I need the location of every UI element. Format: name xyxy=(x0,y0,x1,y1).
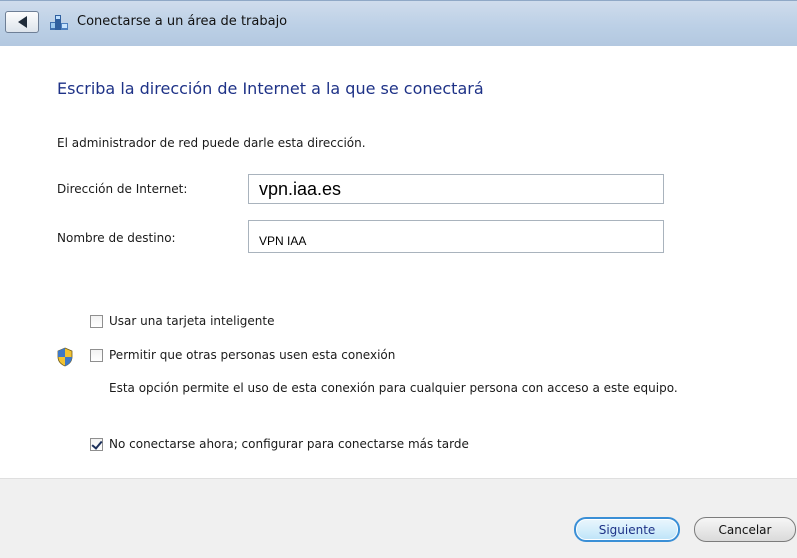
connect-later-label[interactable]: No conectarse ahora; configurar para con… xyxy=(109,437,469,451)
page-heading: Escriba la dirección de Internet a la qu… xyxy=(57,79,484,98)
allow-others-checkbox[interactable] xyxy=(90,348,103,362)
cancel-button[interactable]: Cancelar xyxy=(694,517,796,542)
destination-name-label: Nombre de destino: xyxy=(57,231,176,245)
smart-card-checkbox[interactable] xyxy=(90,314,103,328)
uac-shield-icon xyxy=(57,347,73,367)
connect-later-option[interactable]: No conectarse ahora; configurar para con… xyxy=(90,437,469,451)
back-arrow-icon xyxy=(17,16,27,28)
allow-others-description: Esta opción permite el uso de esta conex… xyxy=(109,381,678,395)
connect-later-checkbox[interactable] xyxy=(90,437,103,451)
internet-address-input[interactable] xyxy=(248,174,664,204)
destination-name-input[interactable] xyxy=(248,220,664,253)
allow-others-option[interactable]: Permitir que otras personas usen esta co… xyxy=(90,348,395,362)
next-button[interactable]: Siguiente xyxy=(574,517,680,542)
network-connection-icon xyxy=(50,15,68,30)
allow-others-label[interactable]: Permitir que otras personas usen esta co… xyxy=(109,348,395,362)
wizard-footer xyxy=(0,478,797,558)
smart-card-label[interactable]: Usar una tarjeta inteligente xyxy=(109,314,275,328)
address-hint: El administrador de red puede darle esta… xyxy=(57,136,366,150)
window-title: Conectarse a un área de trabajo xyxy=(77,14,288,29)
smart-card-option[interactable]: Usar una tarjeta inteligente xyxy=(90,314,275,328)
window-titlebar: Conectarse a un área de trabajo xyxy=(0,0,797,46)
internet-address-label: Dirección de Internet: xyxy=(57,182,188,196)
back-button[interactable] xyxy=(5,11,39,33)
